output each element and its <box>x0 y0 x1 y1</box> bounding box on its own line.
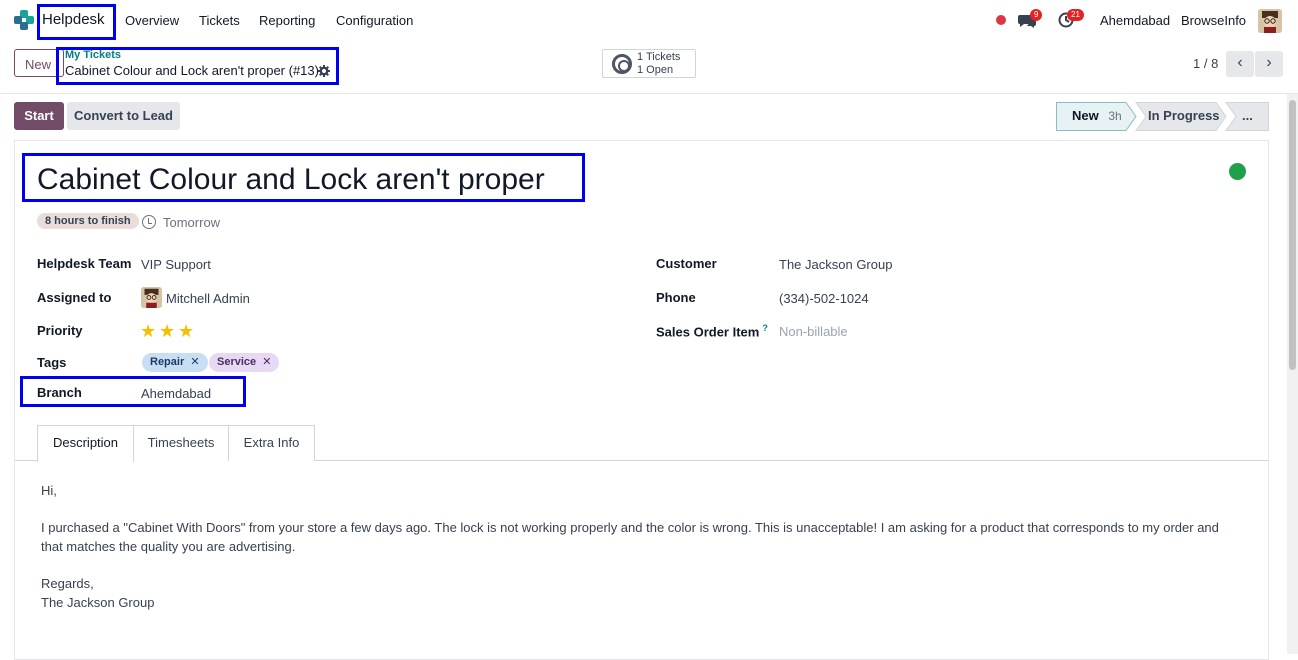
status-dot-icon[interactable] <box>996 15 1006 25</box>
activity-count-badge: 21 <box>1067 9 1084 21</box>
assigned-to-label: Assigned to <box>37 290 112 305</box>
company-switcher[interactable]: Ahemdabad <box>1100 13 1170 28</box>
phone-label: Phone <box>656 290 696 305</box>
clock-icon <box>142 215 156 229</box>
pager-next-button[interactable]: › <box>1255 51 1283 77</box>
tab-timesheets[interactable]: Timesheets <box>133 425 229 461</box>
assigned-to-field[interactable]: Mitchell Admin <box>166 291 250 306</box>
close-icon[interactable]: ✕ <box>190 356 199 368</box>
stage-in-progress[interactable]: In Progress <box>1148 102 1220 130</box>
customer-label: Customer <box>656 256 717 271</box>
tab-description[interactable]: Description <box>37 425 134 462</box>
tickets-smart-button[interactable]: 1 Tickets 1 Open <box>602 49 696 78</box>
description-greeting: Hi, <box>41 483 57 498</box>
description-signoff: Regards, <box>41 576 94 591</box>
chevron-left-icon: ‹ <box>1237 54 1243 71</box>
menu-configuration[interactable]: Configuration <box>336 13 413 28</box>
customer-field[interactable]: The Jackson Group <box>779 257 892 272</box>
company-name[interactable]: BrowseInfo <box>1181 13 1246 28</box>
chevron-right-icon: › <box>1266 54 1272 71</box>
priority-star-icon[interactable]: ★ <box>178 321 194 342</box>
tag-service-label: Service <box>217 356 257 368</box>
start-button[interactable]: Start <box>14 102 64 130</box>
stage-new[interactable]: New 3h <box>1072 102 1122 130</box>
stage-new-duration: 3h <box>1108 109 1122 123</box>
menu-overview[interactable]: Overview <box>125 13 179 28</box>
pager-value[interactable]: 1 / 8 <box>1193 56 1218 71</box>
status-bar: Start Convert to Lead New 3h In Progress… <box>0 94 1298 140</box>
assignee-avatar <box>141 287 162 308</box>
sales-order-item-field[interactable]: Non-billable <box>779 324 848 339</box>
pager-previous-button[interactable]: ‹ <box>1226 51 1254 77</box>
open-count: 1 Open <box>637 64 674 76</box>
highlight-box-breadcrumb <box>56 47 339 85</box>
help-tooltip-icon[interactable]: ? <box>762 323 768 333</box>
tag-service[interactable]: Service ✕ <box>209 353 280 372</box>
highlight-box-branch <box>20 376 246 407</box>
highlight-box-title <box>22 153 585 202</box>
highlight-box-app-name <box>37 4 116 40</box>
helpdesk-team-label: Helpdesk Team <box>37 256 132 271</box>
priority-star-icon[interactable]: ★ <box>159 321 175 342</box>
convert-to-lead-button[interactable]: Convert to Lead <box>67 102 180 130</box>
description-body[interactable]: Hi, I purchased a "Cabinet With Doors" f… <box>41 481 1241 612</box>
stage-new-label: New <box>1072 108 1099 123</box>
kanban-state-icon[interactable] <box>1229 163 1246 180</box>
priority-label: Priority <box>37 323 83 338</box>
helpdesk-team-field[interactable]: VIP Support <box>141 257 211 272</box>
tag-repair-label: Repair <box>150 356 185 368</box>
description-text: I purchased a "Cabinet With Doors" from … <box>41 520 1219 554</box>
tag-repair[interactable]: Repair ✕ <box>142 353 208 372</box>
description-signature: The Jackson Group <box>41 595 155 610</box>
lifebuoy-icon <box>612 54 632 74</box>
tickets-count: 1 Tickets <box>637 51 681 63</box>
notebook-tabs: Description Timesheets Extra Info <box>15 425 1268 462</box>
deadline-value[interactable]: Tomorrow <box>163 215 220 230</box>
tab-extra-info[interactable]: Extra Info <box>228 425 315 461</box>
helpdesk-logo-icon[interactable] <box>14 10 34 30</box>
sales-order-item-label: Sales Order Item? <box>656 323 768 339</box>
top-navbar: Helpdesk Overview Tickets Reporting Conf… <box>0 0 1298 41</box>
menu-tickets[interactable]: Tickets <box>199 13 240 28</box>
phone-field[interactable]: (334)-502-1024 <box>779 291 869 306</box>
user-avatar[interactable] <box>1258 9 1282 33</box>
chat-count-badge: 9 <box>1030 9 1043 21</box>
menu-reporting[interactable]: Reporting <box>259 13 315 28</box>
stage-more[interactable]: ... <box>1242 102 1253 130</box>
scrollbar-thumb[interactable] <box>1289 100 1296 370</box>
close-icon[interactable]: ✕ <box>262 356 271 368</box>
tags-label: Tags <box>37 355 67 370</box>
priority-star-icon[interactable]: ★ <box>140 321 156 342</box>
sla-badge: 8 hours to finish <box>37 213 139 229</box>
sales-order-item-label-text: Sales Order Item <box>656 324 760 340</box>
